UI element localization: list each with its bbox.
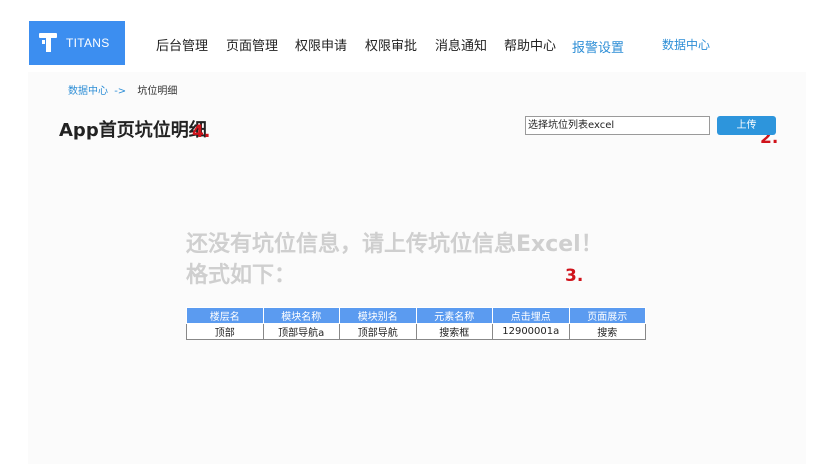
table-cell: 搜索框 [415,323,493,340]
empty-state-line-2: 格式如下： [186,263,297,288]
column-header-click-tracking: 点击埋点 [492,307,570,324]
table-cell: 顶部导航a [262,323,340,340]
empty-state-line-1: 还没有坑位信息，请上传坑位信息Excel！ [186,232,603,257]
breadcrumb-current: 坑位明细 [137,86,178,97]
annotation-marker-4: 4. [192,122,211,142]
nav-item-backend[interactable]: 后台管理 [156,35,208,54]
column-header-page-display: 页面展示 [568,307,646,324]
titans-t-logo-icon [39,33,57,53]
column-header-module-name: 模块名称 [262,307,340,324]
breadcrumb-parent-link[interactable]: 数据中心 [68,86,108,97]
titans-logo[interactable]: TITANS [29,21,125,65]
table-cell: 顶部导航 [339,323,417,340]
logo-text: TITANS [66,36,110,50]
upload-button[interactable]: 上传 [717,116,776,135]
nav-item-permission-approval[interactable]: 权限审批 [365,35,417,54]
empty-state-message: 还没有坑位信息，请上传坑位信息Excel！ 格式如下： [186,229,656,291]
table-cell: 12900001a [492,323,570,340]
nav-item-pages[interactable]: 页面管理 [226,35,278,54]
table-cell: 顶部 [186,323,264,340]
nav-item-permission-request[interactable]: 权限申请 [295,35,347,54]
table-cell: 搜索 [568,323,646,340]
column-header-module-alias: 模块别名 [339,307,417,324]
nav-item-notifications[interactable]: 消息通知 [435,35,487,54]
nav-item-data-center[interactable]: 数据中心 [662,36,710,53]
excel-file-input[interactable]: 选择坑位列表excel [525,116,710,135]
nav-item-help[interactable]: 帮助中心 [504,35,556,54]
breadcrumb: 数据中心 -> 坑位明细 [68,82,177,97]
page-title: App首页坑位明细 [59,120,207,141]
breadcrumb-separator: -> [114,86,127,97]
nav-item-alert-settings[interactable]: 报警设置 [572,37,624,56]
format-example-table: 楼层名 模块名称 模块别名 元素名称 点击埋点 页面展示 顶部 顶部导航a 顶部… [186,307,646,340]
page: TITANS 后台管理 页面管理 权限申请 权限审批 消息通知 帮助中心 报警设… [0,0,835,464]
table-row: 顶部 顶部导航a 顶部导航 搜索框 12900001a 搜索 [186,323,646,340]
table-header-row: 楼层名 模块名称 模块别名 元素名称 点击埋点 页面展示 [186,307,646,324]
column-header-element-name: 元素名称 [415,307,493,324]
column-header-floor: 楼层名 [186,307,264,324]
